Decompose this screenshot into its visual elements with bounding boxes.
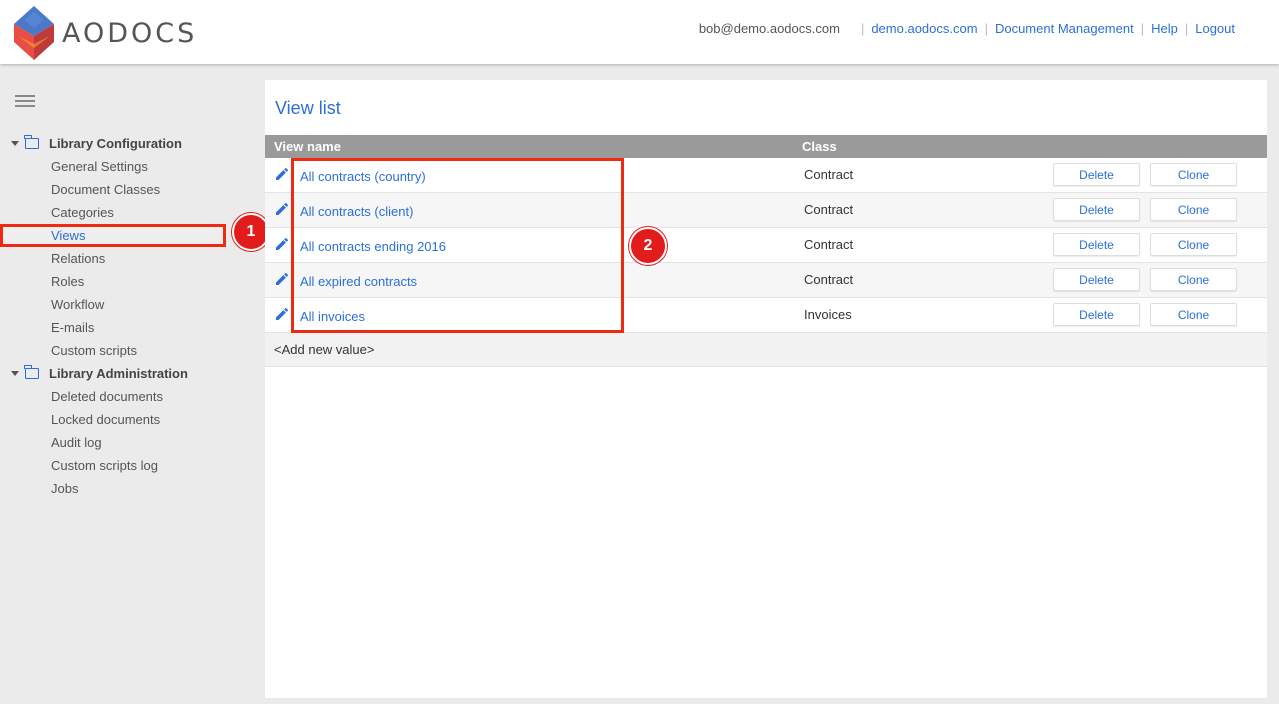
- table-header: View name Class: [265, 135, 1267, 158]
- annotation-badge-2: 2: [629, 227, 667, 265]
- sidebar-item-general-settings[interactable]: General Settings: [0, 155, 250, 178]
- view-name-link[interactable]: All contracts (country): [300, 169, 426, 184]
- menu-icon[interactable]: [15, 95, 35, 107]
- caret-down-icon: [11, 371, 19, 376]
- main-panel: View list View name Class All contracts …: [265, 80, 1267, 698]
- view-class: Contract: [804, 237, 854, 252]
- view-list-table: View name Class All contracts (country) …: [265, 135, 1267, 367]
- top-nav: bob@demo.aodocs.com | demo.aodocs.com | …: [699, 21, 1235, 36]
- top-header: AODOCS bob@demo.aodocs.com | demo.aodocs…: [0, 0, 1279, 64]
- table-row: All contracts ending 2016 Contract Delet…: [265, 228, 1267, 263]
- clone-button[interactable]: Clone: [1150, 198, 1237, 221]
- view-class: Contract: [804, 167, 854, 182]
- table-row: All invoices Invoices Delete Clone: [265, 298, 1267, 333]
- page-title: View list: [275, 98, 341, 118]
- sidebar-item-custom-scripts[interactable]: Custom scripts: [0, 339, 250, 362]
- nav-link-document-management[interactable]: Document Management: [995, 21, 1134, 36]
- view-name-link[interactable]: All contracts (client): [300, 204, 413, 219]
- aodocs-logo-icon: [14, 6, 54, 60]
- edit-pencil-icon[interactable]: [274, 271, 290, 287]
- sidebar-item-locked-documents[interactable]: Locked documents: [0, 408, 250, 431]
- view-name-link[interactable]: All expired contracts: [300, 274, 417, 289]
- edit-pencil-icon[interactable]: [274, 236, 290, 252]
- sidebar-item-deleted-documents[interactable]: Deleted documents: [0, 385, 250, 408]
- nav-separator: |: [1184, 21, 1189, 36]
- table-row: All expired contracts Contract Delete Cl…: [265, 263, 1267, 298]
- view-class: Contract: [804, 272, 854, 287]
- table-row: All contracts (client) Contract Delete C…: [265, 193, 1267, 228]
- column-header-view-name: View name: [274, 139, 341, 154]
- view-name-link[interactable]: All contracts ending 2016: [300, 239, 446, 254]
- sidebar-tree: Library Configuration General Settings D…: [0, 132, 250, 500]
- sidebar-item-custom-scripts-log[interactable]: Custom scripts log: [0, 454, 250, 477]
- view-name-link[interactable]: All invoices: [300, 309, 365, 324]
- logo-wordmark: AODOCS: [62, 17, 198, 49]
- delete-button[interactable]: Delete: [1053, 198, 1140, 221]
- edit-pencil-icon[interactable]: [274, 201, 290, 217]
- section-label: Library Configuration: [49, 136, 182, 151]
- clone-button[interactable]: Clone: [1150, 303, 1237, 326]
- nav-link-help[interactable]: Help: [1151, 21, 1178, 36]
- user-email: bob@demo.aodocs.com: [698, 21, 840, 36]
- view-class: Invoices: [804, 307, 852, 322]
- sidebar: Library Configuration General Settings D…: [0, 64, 250, 704]
- sidebar-item-workflow[interactable]: Workflow: [0, 293, 250, 316]
- delete-button[interactable]: Delete: [1053, 268, 1140, 291]
- delete-button[interactable]: Delete: [1053, 163, 1140, 186]
- delete-button[interactable]: Delete: [1053, 303, 1140, 326]
- clone-button[interactable]: Clone: [1150, 163, 1237, 186]
- sidebar-item-roles[interactable]: Roles: [0, 270, 250, 293]
- section-library-administration[interactable]: Library Administration: [0, 362, 250, 385]
- table-row: All contracts (country) Contract Delete …: [265, 158, 1267, 193]
- clone-button[interactable]: Clone: [1150, 268, 1237, 291]
- sidebar-item-audit-log[interactable]: Audit log: [0, 431, 250, 454]
- section-label: Library Administration: [49, 366, 188, 381]
- nav-separator: |: [860, 21, 865, 36]
- add-new-row: <Add new value>: [265, 333, 1267, 367]
- nav-link-domain[interactable]: demo.aodocs.com: [871, 21, 977, 36]
- sidebar-item-emails[interactable]: E-mails: [0, 316, 250, 339]
- delete-button[interactable]: Delete: [1053, 233, 1140, 256]
- sidebar-item-views[interactable]: Views: [0, 224, 226, 247]
- caret-down-icon: [11, 141, 19, 146]
- aodocs-logo[interactable]: AODOCS: [14, 6, 197, 60]
- edit-pencil-icon[interactable]: [274, 306, 290, 322]
- nav-link-logout[interactable]: Logout: [1195, 21, 1235, 36]
- sidebar-item-jobs[interactable]: Jobs: [0, 477, 250, 500]
- sidebar-item-categories[interactable]: Categories: [0, 201, 250, 224]
- view-class: Contract: [804, 202, 854, 217]
- edit-pencil-icon[interactable]: [274, 166, 290, 182]
- nav-separator: |: [984, 21, 988, 36]
- folder-icon: [24, 135, 39, 149]
- sidebar-item-relations[interactable]: Relations: [0, 247, 250, 270]
- section-library-configuration[interactable]: Library Configuration: [0, 132, 250, 155]
- folder-icon: [24, 365, 39, 379]
- clone-button[interactable]: Clone: [1150, 233, 1237, 256]
- sidebar-item-document-classes[interactable]: Document Classes: [0, 178, 250, 201]
- add-new-value-link[interactable]: <Add new value>: [274, 342, 374, 357]
- nav-separator: |: [1140, 21, 1145, 36]
- column-header-class: Class: [802, 139, 837, 154]
